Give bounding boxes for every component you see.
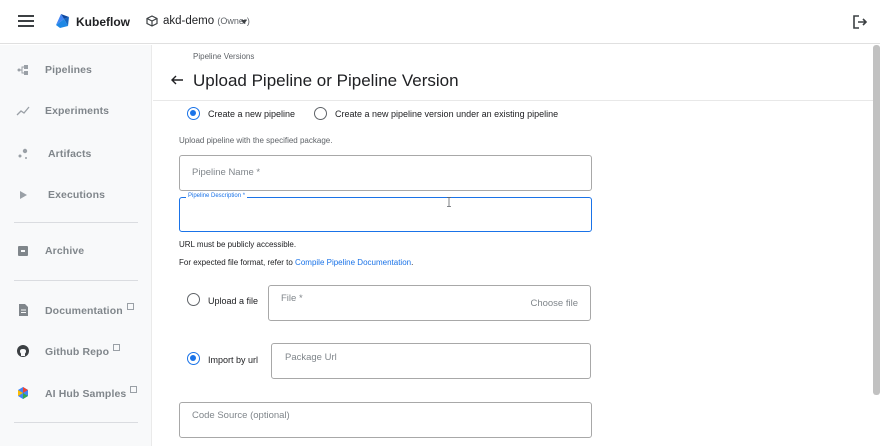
sidebar-item-label: Archive — [45, 245, 85, 257]
scrollbar[interactable] — [873, 45, 880, 395]
namespace-dropdown-icon[interactable] — [241, 20, 247, 24]
create-new-version-radio[interactable] — [314, 107, 327, 120]
sidebar-item-artifacts[interactable]: Artifacts — [0, 139, 152, 169]
upload-file-radio[interactable] — [187, 293, 200, 306]
namespace-name: akd-demo — [163, 15, 215, 27]
sidebar-item-label: Experiments — [45, 105, 110, 117]
top-bar: Kubeflow akd-demo (Owner) — [0, 0, 880, 44]
choose-file-button[interactable]: Choose file — [530, 298, 578, 309]
sidebar-item-pipelines[interactable]: Pipelines — [0, 55, 152, 85]
file-placeholder: File * — [281, 293, 303, 304]
package-url-field[interactable]: Package Url — [271, 343, 591, 379]
sidebar: Pipelines Experiments Artifacts Executio… — [0, 45, 152, 446]
executions-icon — [20, 191, 27, 199]
url-hint: URL must be publicly accessible. — [179, 240, 297, 249]
documentation-icon — [19, 304, 28, 316]
text-cursor-icon — [447, 197, 451, 207]
back-arrow-icon[interactable] — [170, 73, 184, 87]
format-hint-suffix: . — [411, 258, 414, 267]
sidebar-item-archive[interactable]: Archive — [0, 236, 152, 266]
menu-icon[interactable] — [18, 15, 34, 27]
sidebar-item-label: Pipelines — [45, 64, 93, 76]
experiments-icon — [16, 106, 30, 116]
upload-file-label[interactable]: Upload a file — [208, 296, 258, 306]
package-url-placeholder: Package Url — [285, 352, 337, 363]
file-field[interactable]: File * Choose file — [268, 285, 591, 321]
sidebar-divider — [14, 280, 138, 281]
code-source-placeholder: Code Source (optional) — [192, 410, 290, 421]
sidebar-item-label: Github Repo — [45, 344, 121, 358]
ai-hub-icon — [18, 387, 28, 399]
sidebar-item-executions[interactable]: Executions — [0, 180, 152, 210]
format-hint-prefix: For expected file format, refer to — [179, 258, 296, 267]
breadcrumb[interactable]: Pipeline Versions — [193, 52, 254, 61]
sidebar-divider — [14, 422, 138, 423]
github-icon — [17, 345, 29, 357]
kubeflow-logo-icon — [56, 14, 69, 28]
sidebar-item-label: Executions — [48, 189, 106, 201]
external-link-icon — [113, 344, 121, 351]
main-content: Pipeline Versions Upload Pipeline or Pip… — [153, 45, 873, 446]
header-divider — [153, 100, 873, 101]
namespace-selector[interactable]: akd-demo (Owner) — [163, 15, 250, 27]
code-source-field[interactable]: Code Source (optional) — [179, 402, 592, 438]
format-hint: For expected file format, refer to Compi… — [179, 258, 413, 267]
upload-hint: Upload pipeline with the specified packa… — [179, 136, 333, 145]
import-by-url-radio[interactable] — [187, 352, 200, 365]
create-new-version-label[interactable]: Create a new pipeline version under an e… — [335, 109, 558, 119]
sidebar-item-experiments[interactable]: Experiments — [0, 96, 152, 126]
sidebar-item-label: Documentation — [45, 303, 134, 317]
compile-pipeline-doc-link[interactable]: Compile Pipeline Documentation — [295, 258, 411, 267]
pipeline-name-placeholder: Pipeline Name * — [192, 167, 261, 178]
namespace-cube-icon — [146, 15, 158, 27]
create-new-pipeline-label[interactable]: Create a new pipeline — [208, 109, 295, 119]
external-link-icon — [126, 303, 134, 310]
sidebar-item-label: AI Hub Samples — [45, 386, 138, 400]
external-link-icon — [130, 386, 138, 393]
sidebar-item-label: Artifacts — [48, 148, 92, 160]
sidebar-divider — [14, 222, 138, 223]
brand-name: Kubeflow — [76, 15, 130, 29]
sidebar-item-github-repo[interactable]: Github Repo — [0, 336, 152, 366]
page-title: Upload Pipeline or Pipeline Version — [193, 71, 459, 90]
logout-icon[interactable] — [852, 14, 868, 30]
artifacts-icon — [18, 148, 28, 159]
sidebar-item-ai-hub-samples[interactable]: AI Hub Samples — [0, 378, 152, 408]
create-new-pipeline-radio[interactable] — [187, 107, 200, 120]
sidebar-item-documentation[interactable]: Documentation — [0, 295, 152, 325]
pipelines-icon — [17, 65, 28, 75]
pipeline-description-field[interactable]: Pipeline Description * — [179, 193, 592, 232]
archive-icon — [18, 246, 28, 256]
pipeline-description-label: Pipeline Description * — [186, 193, 248, 199]
import-by-url-label[interactable]: Import by url — [208, 355, 258, 365]
pipeline-name-field[interactable]: Pipeline Name * — [179, 155, 592, 191]
